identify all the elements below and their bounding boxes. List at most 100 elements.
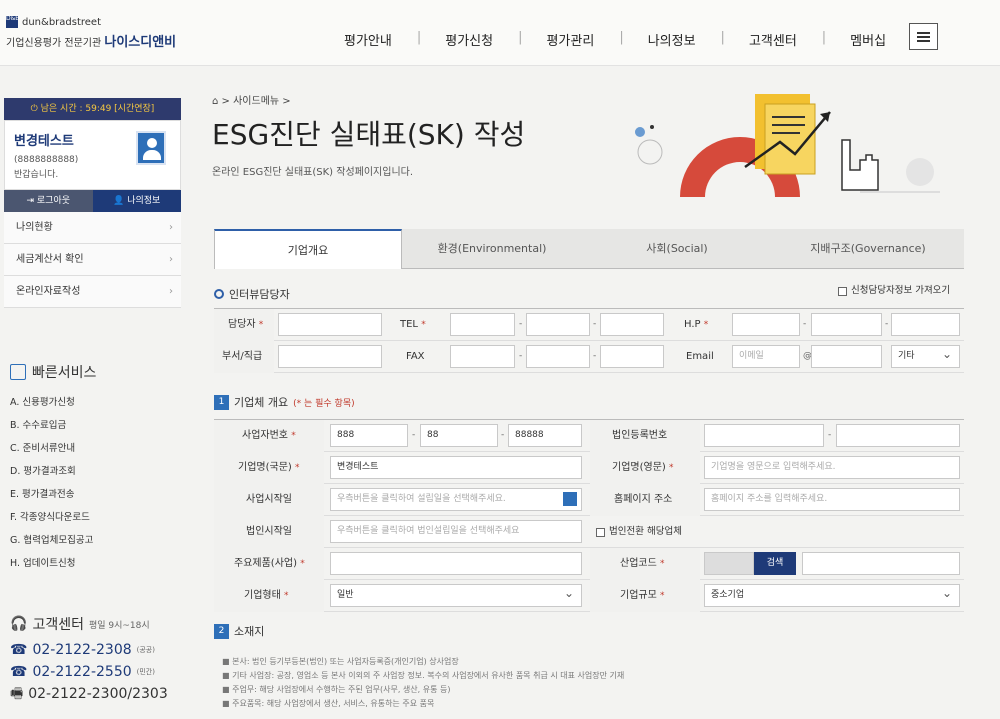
tel-input-3[interactable]: [600, 313, 664, 336]
dept-input[interactable]: [278, 345, 382, 368]
company-row-3: 사업시작일 우측버튼을 클릭하여 설립일을 선택해주세요. 홈페이지 주소 홈페…: [214, 484, 964, 516]
label-start: 사업시작일: [246, 494, 292, 505]
fax-input-2[interactable]: [526, 345, 590, 368]
email-input[interactable]: 이메일: [732, 345, 800, 368]
nav-item[interactable]: 고객센터: [749, 30, 797, 49]
sidebar: ⏻ 남은 시간 : 59:49 [시간연장] 변경테스트 (8888888888…: [4, 98, 181, 308]
customer-center: 🎧 고객센터 평일 9시~18시 ☎ 02-2122-2308 (공공) ☎ 02-21…: [10, 614, 185, 701]
tel-input-1[interactable]: [450, 313, 515, 336]
interview-row-2: 부서/직급 FAX - - Email 이메일 @ 기타: [214, 341, 964, 373]
email-domain-input[interactable]: [811, 345, 882, 368]
nav-item[interactable]: 평가안내: [344, 30, 392, 49]
sidebar-item-online-data[interactable]: 온라인자료작성: [4, 276, 181, 308]
corp-convert-checkbox[interactable]: 법인전환 해당업체: [596, 516, 682, 548]
label-fax: FAX: [406, 351, 425, 362]
sidebar-item-tax-invoice[interactable]: 세금계산서 확인: [4, 244, 181, 276]
label-type: 기업형태 *: [244, 590, 289, 601]
label-person: 담당자 *: [228, 319, 264, 330]
hp-input-2[interactable]: [811, 313, 882, 336]
label-size: 기업규모 *: [620, 590, 665, 601]
brand-name: 나이스디앤비: [104, 35, 177, 50]
quick-item[interactable]: G. 협력업체모집공고: [10, 532, 180, 555]
corp-start-input[interactable]: 우측버튼을 클릭하여 법인설립일을 선택해주세요: [330, 520, 582, 543]
tab-environmental[interactable]: 환경(Environmental): [402, 229, 582, 269]
quick-service-title: 빠른서비스: [32, 365, 97, 381]
search-button[interactable]: 검색: [754, 552, 796, 575]
nav-item[interactable]: 평가신청: [445, 30, 493, 49]
label-email: Email: [686, 351, 714, 362]
dnb-logo-icon: D&B: [6, 16, 19, 28]
nav-item[interactable]: 평가관리: [546, 30, 594, 49]
name-kr-input[interactable]: 변경테스트: [330, 456, 582, 479]
corpno-input-2[interactable]: [836, 424, 960, 447]
user-box: 변경테스트 (8888888888) 반갑습니다.: [4, 120, 181, 190]
bizno-input-2[interactable]: 88: [420, 424, 498, 447]
name-en-input[interactable]: 기업명을 영문으로 입력해주세요.: [704, 456, 960, 479]
fax-input-3[interactable]: [600, 345, 664, 368]
tab-governance[interactable]: 지배구조(Governance): [772, 229, 964, 269]
phone-line: ☎ 02-2122-2308 (공공): [10, 642, 155, 658]
interview-form: 담당자 * TEL * - - H.P * - - 부서/직급 FAX - - …: [214, 308, 964, 373]
cs-hours: 평일 9시~18시: [88, 620, 150, 631]
brand-logo[interactable]: D&B dun&bradstreet 기업신용평가 전문기관 나이스디앤비: [6, 16, 176, 50]
calendar-icon[interactable]: [563, 492, 577, 506]
note-line: ■ 본사: 법인 등기부등본(법인) 또는 사업자등록증(개인기업) 상사업장: [222, 657, 459, 666]
myinfo-button[interactable]: 👤 나의정보: [92, 190, 181, 212]
quick-item[interactable]: H. 업데이트신청: [10, 555, 180, 578]
tab-bar: 기업개요 환경(Environmental) 사회(Social) 지배구조(G…: [214, 229, 964, 269]
label-hp: H.P *: [684, 319, 709, 330]
quick-item[interactable]: C. 준비서류안내: [10, 440, 180, 463]
label-name-kr: 기업명(국문) *: [238, 462, 300, 473]
corpno-input-1[interactable]: [704, 424, 824, 447]
label-corp-start: 법인시작일: [246, 526, 292, 537]
nav-item[interactable]: 나의정보: [648, 30, 696, 49]
hp-input-1[interactable]: [732, 313, 800, 336]
industry-name-input[interactable]: [802, 552, 960, 575]
bizno-input-1[interactable]: 888: [330, 424, 408, 447]
label-corpno: 법인등록번호: [612, 430, 668, 441]
quick-item[interactable]: D. 평가결과조회: [10, 463, 180, 486]
tab-company-overview[interactable]: 기업개요: [214, 229, 402, 269]
industry-code-input[interactable]: [704, 552, 754, 575]
label-bizno: 사업자번호 *: [242, 430, 296, 441]
email-domain-select[interactable]: 기타: [891, 344, 960, 368]
person-input[interactable]: [278, 313, 382, 336]
label-dept: 부서/직급: [222, 351, 263, 362]
product-input[interactable]: [330, 552, 582, 575]
company-row-2: 기업명(국문) * 변경테스트 기업명(영문) * 기업명을 영문으로 입력해주…: [214, 452, 964, 484]
illustration-graphic: [635, 94, 940, 197]
label-home: 홈페이지 주소: [614, 494, 673, 505]
nav-item[interactable]: 멤버십: [850, 30, 886, 49]
quick-item[interactable]: E. 평가결과전송: [10, 486, 180, 509]
logout-button[interactable]: ⇥ 로그아웃: [4, 190, 93, 212]
logo-text: dun&bradstreet: [22, 16, 102, 28]
quick-item[interactable]: B. 수수료입금: [10, 417, 180, 440]
interview-row-1: 담당자 * TEL * - - H.P * - -: [214, 309, 964, 341]
fax-input-1[interactable]: [450, 345, 515, 368]
tab-social[interactable]: 사회(Social): [582, 229, 772, 269]
homepage-input[interactable]: 홈페이지 주소를 입력해주세요.: [704, 488, 960, 511]
hp-input-3[interactable]: [891, 313, 960, 336]
interview-section-title: 인터뷰담당자: [214, 286, 290, 302]
note-line: ■ 주요품목: 해당 사업장에서 생산, 서비스, 유통하는 주요 품목: [222, 699, 435, 708]
company-size-select[interactable]: 중소기업: [704, 583, 960, 607]
circle-icon: [214, 289, 224, 299]
tel-input-2[interactable]: [526, 313, 590, 336]
home-icon[interactable]: ⌂: [212, 96, 218, 107]
company-row-6: 기업형태 * 일반 기업규모 * 중소기업: [214, 580, 964, 612]
hamburger-menu-button[interactable]: [909, 23, 938, 50]
quick-item[interactable]: A. 신용평가신청: [10, 394, 180, 417]
start-date-input[interactable]: 우측버튼을 클릭하여 설립일을 선택해주세요.: [330, 488, 582, 511]
session-timer[interactable]: ⏻ 남은 시간 : 59:49 [시간연장]: [4, 98, 181, 120]
company-section-title: 1 기업체 개요 (* 는 필수 항목): [214, 394, 355, 410]
checkbox-icon[interactable]: [596, 527, 605, 537]
company-type-select[interactable]: 일반: [330, 583, 582, 607]
brand-tagline: 기업신용평가 전문기관: [6, 38, 102, 49]
checkbox-icon[interactable]: [838, 286, 847, 296]
load-applicant-checkbox[interactable]: 신청담당자정보 가져오기: [838, 275, 950, 307]
phone-line: ☎ 02-2122-2550 (민간): [10, 664, 155, 680]
cs-title: 고객센터: [32, 617, 84, 633]
sidebar-item-status[interactable]: 나의현황: [4, 212, 181, 244]
bizno-input-3[interactable]: 88888: [508, 424, 582, 447]
quick-item[interactable]: F. 각종양식다운로드: [10, 509, 180, 532]
